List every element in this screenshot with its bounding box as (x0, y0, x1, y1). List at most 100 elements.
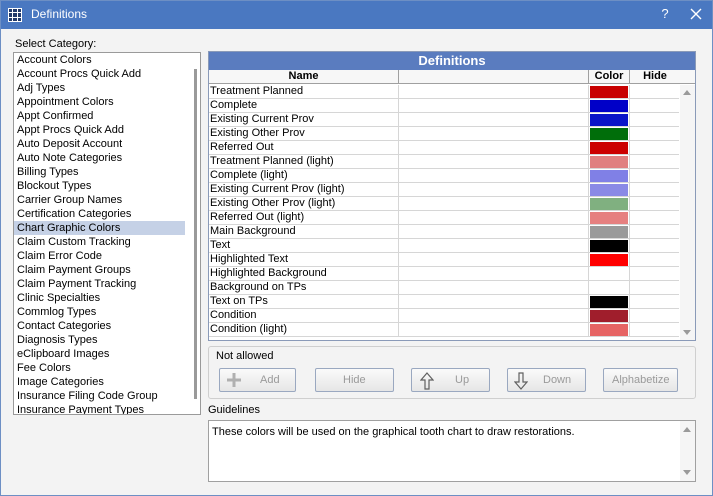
category-item[interactable]: Appointment Colors (14, 95, 185, 109)
color-swatch[interactable] (590, 170, 628, 182)
column-divider (398, 225, 399, 239)
color-swatch[interactable] (590, 254, 628, 266)
category-item[interactable]: Contact Categories (14, 319, 185, 333)
category-list[interactable]: Account Colors Account Procs Quick Add Adj… (13, 52, 201, 415)
close-icon[interactable] (687, 4, 705, 24)
column-divider (629, 323, 630, 337)
category-item[interactable]: eClipboard Images (14, 347, 185, 361)
table-row[interactable]: Existing Current Prov (209, 113, 679, 127)
category-item[interactable]: Appt Confirmed (14, 109, 185, 123)
up-button[interactable]: Up (411, 368, 490, 392)
table-row[interactable]: Text (209, 239, 679, 253)
add-button[interactable]: Add (219, 368, 296, 392)
category-item[interactable]: Certification Categories (14, 207, 185, 221)
category-item[interactable]: Claim Error Code (14, 249, 185, 263)
column-header-color[interactable]: Color (589, 70, 630, 84)
table-row[interactable]: Referred Out (209, 141, 679, 155)
row-name: Main Background (210, 225, 296, 237)
scroll-up-icon[interactable] (683, 427, 691, 432)
not-allowed-message: Not allowed (216, 350, 274, 362)
category-item[interactable]: Blockout Types (14, 179, 185, 193)
category-item[interactable]: Clinic Specialties (14, 291, 185, 305)
column-divider (588, 309, 589, 323)
color-swatch[interactable] (590, 324, 628, 336)
category-item[interactable]: Claim Payment Groups (14, 263, 185, 277)
category-item[interactable]: Carrier Group Names (14, 193, 185, 207)
color-swatch[interactable] (590, 128, 628, 140)
category-item[interactable]: Image Categories (14, 375, 185, 389)
color-swatch[interactable] (590, 86, 628, 98)
color-swatch[interactable] (590, 310, 628, 322)
color-swatch[interactable] (590, 240, 628, 252)
table-row[interactable]: Highlighted Text (209, 253, 679, 267)
column-divider (629, 295, 630, 309)
category-item[interactable]: Chart Graphic Colors (14, 221, 185, 235)
scroll-down-icon[interactable] (683, 330, 691, 335)
column-divider (629, 225, 630, 239)
category-item[interactable]: Diagnosis Types (14, 333, 185, 347)
color-swatch[interactable] (590, 156, 628, 168)
category-item[interactable]: Account Colors (14, 53, 185, 67)
table-row[interactable]: Referred Out (light) (209, 211, 679, 225)
help-button[interactable]: ? (657, 6, 673, 21)
column-divider (398, 309, 399, 323)
category-item[interactable]: Billing Types (14, 165, 185, 179)
table-row[interactable]: Main Background (209, 225, 679, 239)
table-row[interactable]: Treatment Planned (209, 85, 679, 99)
table-row[interactable]: Existing Current Prov (light) (209, 183, 679, 197)
category-item[interactable]: Insurance Payment Types (14, 403, 185, 414)
category-item[interactable]: Claim Custom Tracking (14, 235, 185, 249)
table-row[interactable]: Complete (light) (209, 169, 679, 183)
down-button[interactable]: Down (507, 368, 586, 392)
color-swatch[interactable] (590, 282, 628, 294)
column-header-hide[interactable]: Hide (630, 70, 680, 84)
category-item[interactable]: Claim Payment Tracking (14, 277, 185, 291)
column-header-name[interactable]: Name (209, 70, 399, 84)
window-title: Definitions (31, 7, 88, 21)
table-row[interactable]: Background on TPs (209, 281, 679, 295)
plus-icon (227, 373, 241, 387)
column-divider (588, 141, 589, 155)
table-row[interactable]: Existing Other Prov (light) (209, 197, 679, 211)
category-item[interactable]: Commlog Types (14, 305, 185, 319)
table-row[interactable]: Text on TPs (209, 295, 679, 309)
hide-button[interactable]: Hide (315, 368, 394, 392)
scroll-up-icon[interactable] (683, 90, 691, 95)
column-divider (629, 281, 630, 295)
column-header-value[interactable] (399, 70, 589, 84)
row-name: Treatment Planned (210, 85, 304, 97)
category-scrollbar[interactable] (194, 69, 197, 399)
grid-scrollbar[interactable] (680, 85, 695, 340)
color-swatch[interactable] (590, 184, 628, 196)
color-swatch[interactable] (590, 296, 628, 308)
table-row[interactable]: Condition (209, 309, 679, 323)
category-item[interactable]: Adj Types (14, 81, 185, 95)
scroll-down-icon[interactable] (683, 470, 691, 475)
color-swatch[interactable] (590, 212, 628, 224)
color-swatch[interactable] (590, 226, 628, 238)
category-item[interactable]: Appt Procs Quick Add (14, 123, 185, 137)
color-swatch[interactable] (590, 142, 628, 154)
category-item[interactable]: Auto Deposit Account (14, 137, 185, 151)
table-row[interactable]: Condition (light) (209, 323, 679, 337)
alphabetize-button[interactable]: Alphabetize (603, 368, 678, 392)
column-divider (629, 309, 630, 323)
column-divider (629, 253, 630, 267)
color-swatch[interactable] (590, 268, 628, 280)
add-button-label: Add (260, 374, 280, 386)
table-row[interactable]: Treatment Planned (light) (209, 155, 679, 169)
category-item[interactable]: Insurance Filing Code Group (14, 389, 185, 403)
app-grid-icon (8, 8, 22, 22)
category-item[interactable]: Auto Note Categories (14, 151, 185, 165)
table-row[interactable]: Complete (209, 99, 679, 113)
color-swatch[interactable] (590, 198, 628, 210)
table-row[interactable]: Existing Other Prov (209, 127, 679, 141)
color-swatch[interactable] (590, 114, 628, 126)
table-row[interactable]: Highlighted Background (209, 267, 679, 281)
category-item[interactable]: Fee Colors (14, 361, 185, 375)
guidelines-scrollbar[interactable] (680, 421, 695, 481)
category-item[interactable]: Account Procs Quick Add (14, 67, 185, 81)
guidelines-box[interactable]: These colors will be used on the graphic… (208, 420, 696, 482)
color-swatch[interactable] (590, 100, 628, 112)
column-divider (398, 197, 399, 211)
